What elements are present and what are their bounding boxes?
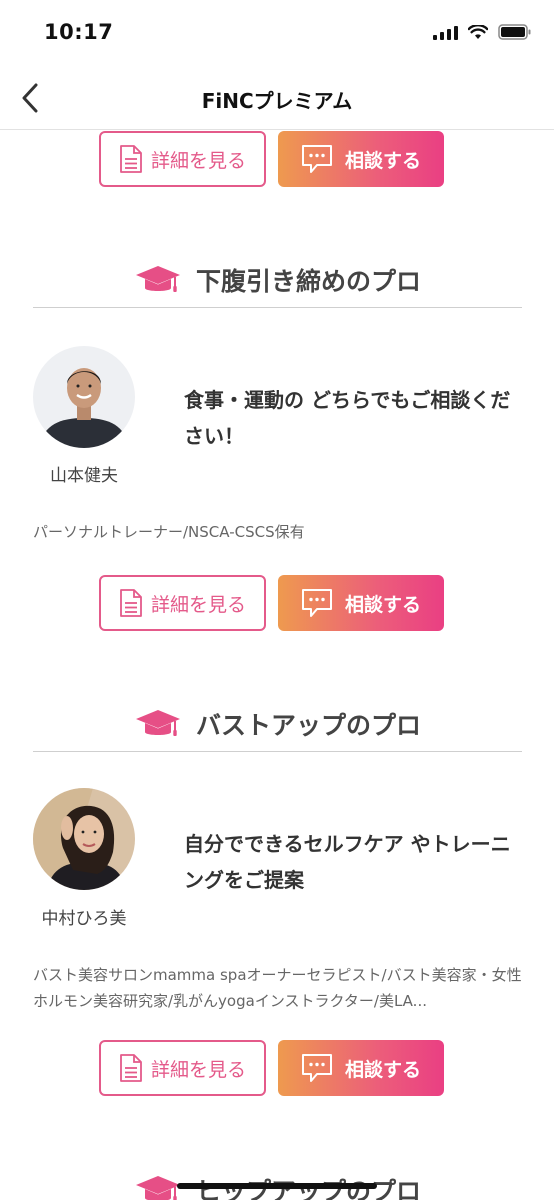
action-buttons: 詳細を見る 相談する [99,575,444,631]
battery-icon [498,24,531,40]
chat-bubble-icon [301,145,332,173]
pro-profile: パーソナルトレーナー/NSCA-CSCS保有 [33,523,305,541]
graduation-cap-icon [135,265,180,292]
detail-button[interactable]: 詳細を見る [99,1040,266,1096]
consult-button[interactable]: 相談する [278,1040,444,1096]
section-title: 下腹引き締めのプロ [195,266,421,296]
detail-button[interactable]: 詳細を見る [99,575,266,631]
pro-name: 中村ひろ美 [41,909,127,929]
pro-profile: バスト美容サロンmamma spaオーナーセラピスト/バスト美容家・女性ホルモン… [33,966,522,1010]
consult-button-label: 相談する [344,149,421,172]
section-header: 下腹引き締めのプロ [33,252,522,308]
pro-message: 食事・運動の どちらでもご相談ください！ [184,388,511,448]
navigation-bar: FiNCプレミアム [0,68,554,130]
avatar[interactable] [33,788,135,890]
home-indicator [177,1183,377,1189]
consult-button[interactable]: 相談する [278,131,444,187]
graduation-cap-icon [135,709,180,736]
pro-message: 自分でできるセルフケア やトレーニングをご提案 [184,832,511,892]
section-title: バストアップのプロ [195,710,421,740]
page-title: FiNCプレミアム [201,89,353,113]
consult-button-label: 相談する [344,593,421,616]
status-time: 10:17 [44,20,114,44]
detail-button-label: 詳細を見る [150,1058,246,1081]
chat-bubble-icon [301,589,332,617]
wifi-icon [468,24,488,39]
detail-button-label: 詳細を見る [150,593,246,616]
content-scroll-area[interactable]: 詳細を見る 相談する 下腹引き締めのプロ 山本健夫 食事・運動の どちらでもご相… [0,131,554,1200]
action-buttons-top: 詳細を見る 相談する [99,131,444,187]
document-icon [120,145,142,173]
action-buttons: 詳細を見る 相談する [99,1040,444,1096]
section-header: バストアップのプロ [33,696,522,752]
avatar[interactable] [33,346,135,448]
status-icons [433,24,532,40]
pro-name: 山本健夫 [50,466,118,486]
trainer-photo [33,788,135,890]
section-header: ヒップアップのプロ [33,1162,522,1200]
document-icon [120,1054,142,1082]
detail-button[interactable]: 詳細を見る [99,131,266,187]
consult-button-label: 相談する [344,1058,421,1081]
chat-bubble-icon [301,1054,332,1082]
consult-button[interactable]: 相談する [278,575,444,631]
detail-button-label: 詳細を見る [150,149,246,172]
trainer-photo [33,346,135,448]
status-bar: 10:17 [0,0,554,68]
graduation-cap-icon [135,1176,180,1200]
document-icon [120,589,142,617]
cellular-signal-icon [433,24,458,40]
